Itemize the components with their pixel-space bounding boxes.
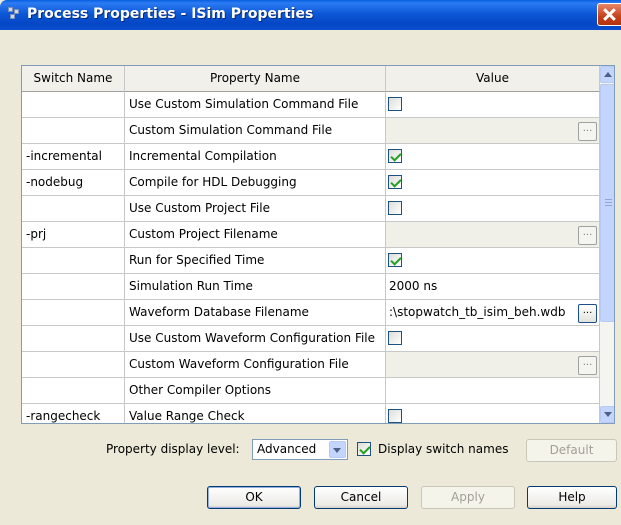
property-name-cell: Custom Waveform Configuration File [125, 352, 386, 378]
value-checkbox[interactable] [388, 149, 402, 163]
table-row[interactable]: Use Custom Waveform Configuration File [22, 326, 600, 352]
property-name-cell: Use Custom Simulation Command File [125, 92, 386, 118]
table-row[interactable]: -nodebug Compile for HDL Debugging [22, 170, 600, 196]
scroll-down-button[interactable] [600, 406, 614, 423]
ok-button[interactable]: OK [207, 486, 301, 509]
table-row[interactable]: -prj Custom Project Filename... [22, 222, 600, 248]
cancel-button[interactable]: Cancel [314, 486, 408, 509]
property-name-cell: Custom Simulation Command File [125, 118, 386, 144]
browse-button[interactable]: ... [578, 304, 597, 323]
property-name-cell: Compile for HDL Debugging [125, 170, 386, 196]
value-cell[interactable] [386, 404, 600, 423]
value-cell[interactable]: 2000 ns [386, 274, 600, 300]
window-icon[interactable] [8, 7, 20, 21]
scroll-thumb[interactable] [600, 84, 614, 322]
switch-name-cell [22, 92, 125, 118]
property-name-cell: Value Range Check [125, 404, 386, 423]
header-switch-name[interactable]: Switch Name [22, 66, 125, 92]
chevron-down-icon[interactable] [329, 441, 346, 458]
value-cell[interactable] [386, 170, 600, 196]
property-name-cell: Waveform Database Filename [125, 300, 386, 326]
properties-table: Switch Name Property Name Value Use Cust… [21, 65, 615, 424]
switch-name-cell [22, 352, 125, 378]
value-checkbox[interactable] [388, 331, 402, 345]
property-name-cell: Custom Project Filename [125, 222, 386, 248]
table-row[interactable]: -rangecheck Value Range Check [22, 404, 600, 423]
value-checkbox[interactable] [388, 97, 402, 111]
browse-button[interactable]: ... [578, 122, 597, 141]
switch-name-cell [22, 300, 125, 326]
switch-name-cell [22, 378, 125, 404]
table-row[interactable]: Use Custom Simulation Command File [22, 92, 600, 118]
value-cell[interactable] [386, 378, 600, 404]
switch-name-cell: -nodebug [22, 170, 125, 196]
table-row[interactable]: Custom Simulation Command File... [22, 118, 600, 144]
table-row[interactable]: Custom Waveform Configuration File... [22, 352, 600, 378]
value-checkbox[interactable] [388, 253, 402, 267]
property-name-cell: Use Custom Project File [125, 196, 386, 222]
switch-name-cell: -prj [22, 222, 125, 248]
property-name-cell: Other Compiler Options [125, 378, 386, 404]
display-level-value: Advanced [257, 442, 317, 456]
value-cell[interactable]: :\stopwatch_tb_isim_beh.wdb... [386, 300, 600, 326]
scroll-up-button[interactable] [600, 66, 614, 83]
title-bar[interactable]: Process Properties - ISim Properties [0, 0, 621, 30]
browse-button[interactable]: ... [578, 356, 597, 375]
property-name-cell: Use Custom Waveform Configuration File [125, 326, 386, 352]
help-button[interactable]: Help [527, 486, 617, 509]
value-cell[interactable] [386, 92, 600, 118]
value-text[interactable]: :\stopwatch_tb_isim_beh.wdb [389, 300, 565, 325]
value-cell[interactable]: ... [386, 222, 600, 248]
value-checkbox[interactable] [388, 201, 402, 215]
property-name-cell: Run for Specified Time [125, 248, 386, 274]
value-checkbox[interactable] [388, 409, 402, 423]
value-checkbox[interactable] [388, 175, 402, 189]
table-row[interactable]: Run for Specified Time [22, 248, 600, 274]
header-value[interactable]: Value [386, 66, 600, 92]
display-switch-names-label[interactable]: Display switch names [378, 442, 508, 456]
checkbox-box[interactable] [357, 442, 371, 456]
apply-button[interactable]: Apply [421, 486, 515, 509]
table-row[interactable]: Waveform Database Filename:\stopwatch_tb… [22, 300, 600, 326]
switch-name-cell: -rangecheck [22, 404, 125, 423]
window-title: Process Properties - ISim Properties [27, 6, 314, 22]
browse-button[interactable]: ... [578, 226, 597, 245]
switch-name-cell [22, 274, 125, 300]
value-cell[interactable] [386, 326, 600, 352]
table-row[interactable]: Simulation Run Time 2000 ns [22, 274, 600, 300]
switch-name-cell [22, 326, 125, 352]
value-cell[interactable] [386, 196, 600, 222]
property-name-cell: Simulation Run Time [125, 274, 386, 300]
value-cell[interactable]: ... [386, 352, 600, 378]
value-cell[interactable] [386, 248, 600, 274]
default-button[interactable]: Default [526, 439, 617, 462]
table-row[interactable]: -incremental Incremental Compilation [22, 144, 600, 170]
table-header: Switch Name Property Name Value [22, 66, 600, 92]
property-name-cell: Incremental Compilation [125, 144, 386, 170]
switch-name-cell [22, 248, 125, 274]
switch-name-cell [22, 196, 125, 222]
display-level-label: Property display level: [106, 442, 240, 456]
display-switch-names-checkbox[interactable] [357, 442, 371, 456]
display-level-select[interactable]: Advanced [252, 439, 348, 460]
value-text-input[interactable]: 2000 ns [389, 274, 437, 299]
table-row[interactable]: Use Custom Project File [22, 196, 600, 222]
switch-name-cell [22, 118, 125, 144]
close-button[interactable] [597, 3, 621, 26]
header-property-name[interactable]: Property Name [125, 66, 386, 92]
value-cell[interactable] [386, 144, 600, 170]
vertical-scrollbar[interactable] [600, 66, 614, 423]
table-row[interactable]: Other Compiler Options [22, 378, 600, 404]
switch-name-cell: -incremental [22, 144, 125, 170]
value-cell[interactable]: ... [386, 118, 600, 144]
